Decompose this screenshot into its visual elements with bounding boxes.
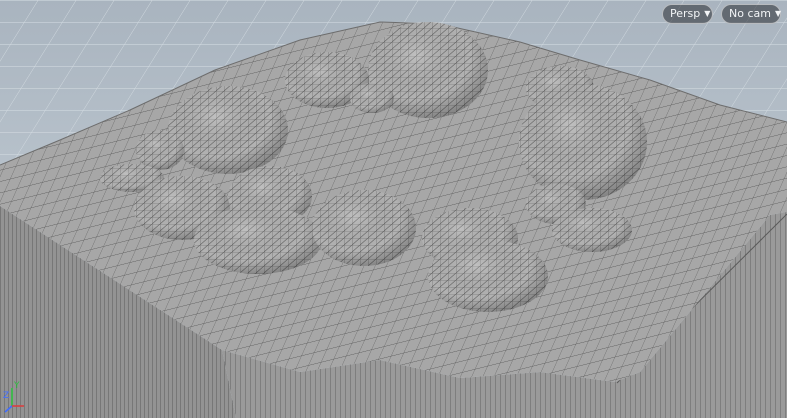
camera-menu-button[interactable]: No cam ▼ bbox=[721, 4, 781, 24]
z-axis-line bbox=[4, 405, 13, 413]
chevron-down-icon: ▼ bbox=[774, 9, 782, 18]
3d-viewport[interactable]: 5 625 625 bbox=[0, 0, 787, 418]
perspective-menu-button[interactable]: Persp ▼ bbox=[662, 4, 713, 24]
y-axis-label: Y bbox=[13, 381, 20, 391]
chevron-down-icon: ▼ bbox=[704, 9, 711, 18]
perspective-menu-label: Persp bbox=[670, 7, 701, 20]
axis-gizmo: Y Z bbox=[3, 381, 24, 413]
camera-menu-label: No cam bbox=[729, 7, 771, 20]
z-axis-label: Z bbox=[3, 391, 9, 401]
terrain-scene[interactable]: 5 625 625 bbox=[0, 0, 787, 418]
